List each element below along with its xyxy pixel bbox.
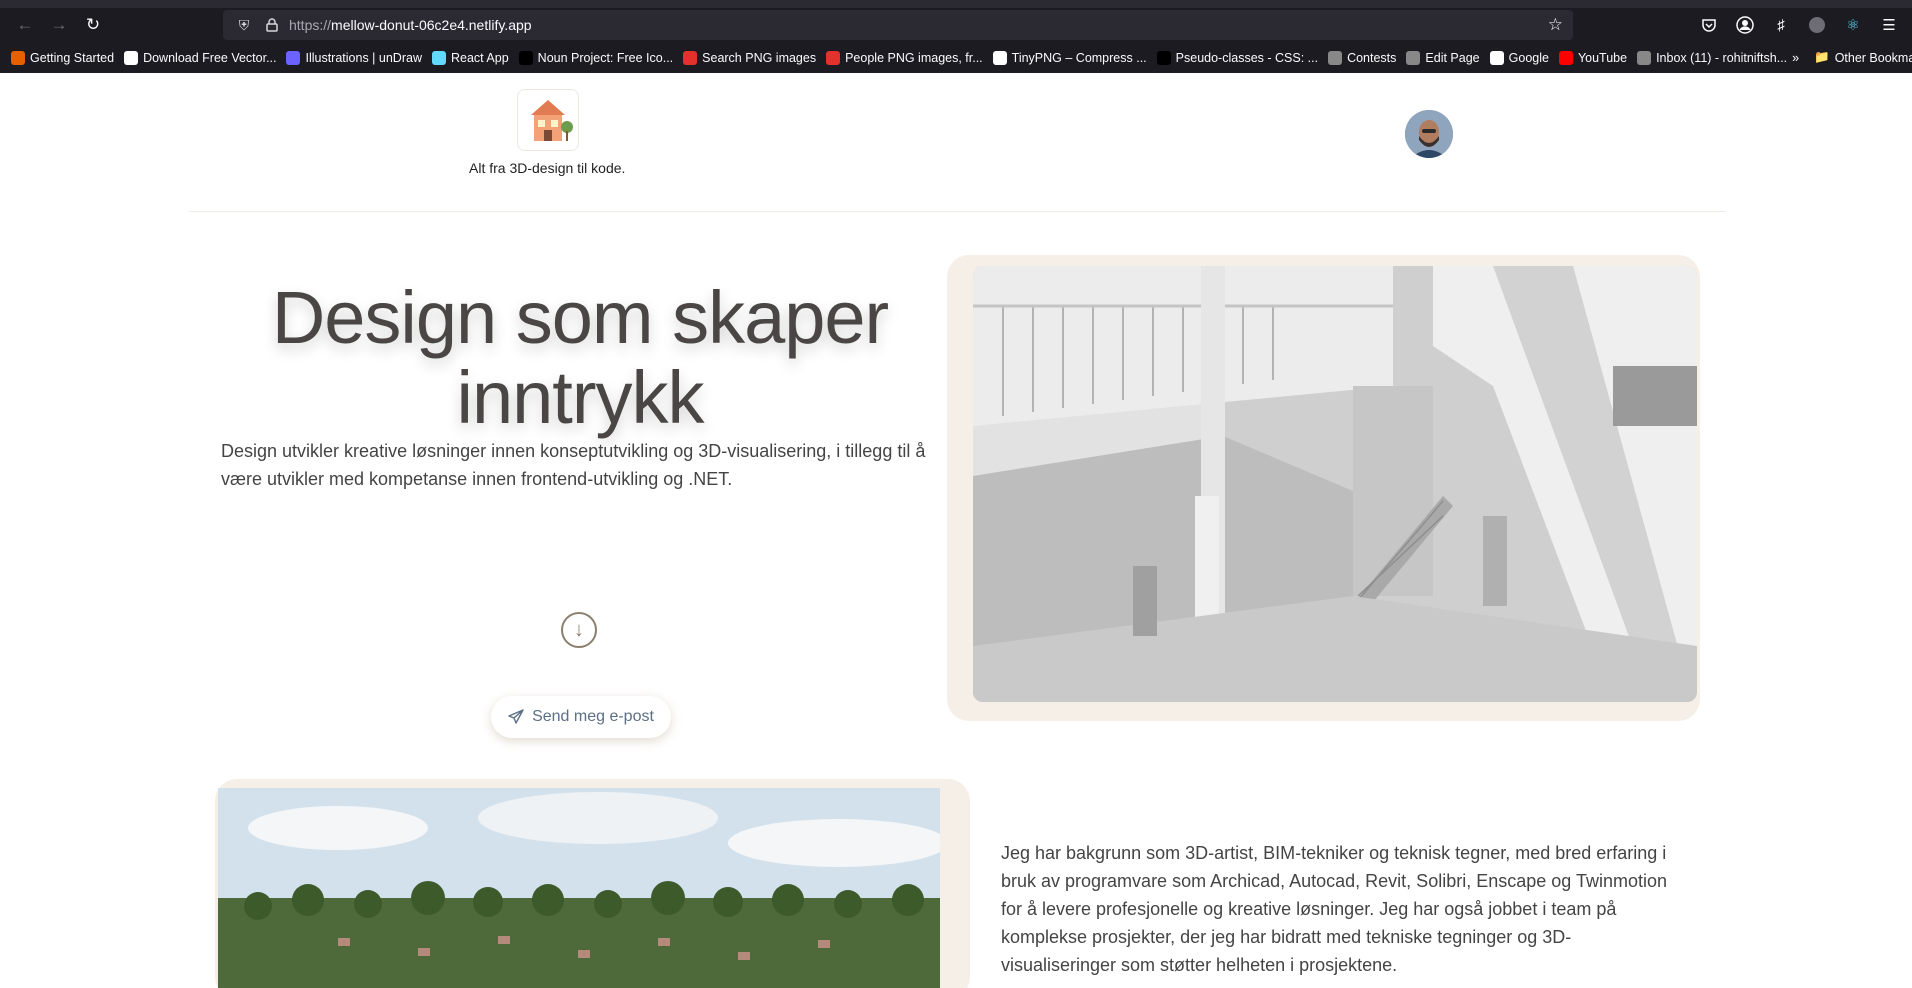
shield-icon[interactable]: ⛨ [233,17,255,34]
bookmark-favicon-icon [11,50,25,65]
forward-icon[interactable]: → [42,8,76,42]
bookmark-item[interactable]: Inbox (11) - rohitniftsh... [1632,50,1792,65]
bookmark-item[interactable]: Contests [1323,50,1401,65]
bookmark-favicon-icon [1156,50,1171,65]
bookmark-item[interactable]: YouTube [1554,50,1632,65]
bookmark-favicon-icon [1489,50,1504,65]
extensions-icon[interactable]: ♯ [1770,14,1792,36]
bookmark-label: YouTube [1577,50,1628,65]
bookmark-item[interactable]: Noun Project: Free Ico... [514,50,678,65]
bookmark-label: People PNG images, fr... [845,50,983,65]
bookmark-favicon-icon [826,50,841,65]
more-bookmarks-icon[interactable]: » [1792,51,1799,65]
back-icon[interactable]: ← [8,8,42,42]
bookmark-star-icon[interactable]: ☆ [1548,15,1563,35]
house-icon [531,100,573,141]
site-tagline: Alt fra 3D-design til kode. [469,160,626,176]
hero-interior-render [973,266,1697,702]
bookmark-item[interactable]: Pseudo-classes - CSS: ... [1152,50,1323,65]
bookmark-item[interactable]: Download Free Vector... [119,50,281,65]
bookmark-label: Pseudo-classes - CSS: ... [1175,50,1319,65]
pocket-icon[interactable] [1698,14,1720,36]
bookmark-label: TinyPNG – Compress ... [1011,50,1147,65]
bookmark-favicon-icon [1328,50,1343,65]
bookmark-label: Google [1508,50,1549,65]
bookmark-label: Download Free Vector... [143,50,277,65]
bookmark-favicon-icon [431,50,446,65]
about-text: Jeg har bakgrunn som 3D-artist, BIM-tekn… [1001,843,1667,975]
site-header: Alt fra 3D-design til kode. [0,73,1912,212]
bookmark-label: React App [450,50,509,65]
landscape-render [218,788,940,988]
menu-icon[interactable]: ☰ [1878,14,1900,36]
account-icon[interactable] [1734,14,1756,36]
bookmark-favicon-icon [683,50,698,65]
bookmark-favicon-icon [124,50,139,65]
bookmark-favicon-icon [286,50,301,65]
lock-icon[interactable] [261,18,283,32]
hero-title: Design som skaper inntrykk [271,276,889,439]
bookmark-item[interactable]: Google [1485,50,1554,65]
page: Alt fra 3D-design til kode. Design som s… [0,73,1912,988]
bookmark-item[interactable]: Illustrations | unDraw [281,50,427,65]
bookmark-favicon-icon [518,50,533,65]
bookmark-favicon-icon [1558,50,1573,65]
avatar[interactable] [1405,110,1453,158]
bookmark-item[interactable]: TinyPNG – Compress ... [988,50,1152,65]
extension-grey-icon[interactable] [1806,14,1828,36]
bookmark-favicon-icon [992,50,1007,65]
other-bookmarks-label: Other Bookmarks [1834,50,1912,65]
bookmark-label: Inbox (11) - rohitniftsh... [1656,50,1788,65]
bookmark-item[interactable]: Search PNG images [678,50,821,65]
bookmark-label: Search PNG images [702,50,817,65]
react-devtools-icon[interactable]: ⚛ [1842,14,1864,36]
bookmark-label: Illustrations | unDraw [305,50,422,65]
site-logo[interactable] [517,89,579,151]
send-email-label: Send meg e-post [532,708,654,725]
bookmark-label: Getting Started [30,50,115,65]
url-protocol: https:// [289,17,332,33]
bookmark-item[interactable]: Edit Page [1401,50,1484,65]
bookmark-label: Edit Page [1425,50,1480,65]
header-divider [188,211,1726,212]
send-email-button[interactable]: Send meg e-post [491,696,671,738]
bookmarks-bar: Getting Started Download Free Vector... Il… [0,42,1912,73]
bookmark-favicon-icon [1406,50,1421,65]
browser-toolbar: ← → ↻ ⛨ https://mellow-donut-06c2e4.netl… [0,8,1912,42]
scroll-down-arrow-icon[interactable]: ↓ [561,612,597,648]
url-host: mellow-donut-06c2e4.netlify.app [331,17,532,33]
bookmark-label: Contests [1347,50,1397,65]
bookmark-label: Noun Project: Free Ico... [537,50,674,65]
window-top-strip [0,0,1912,8]
url-bar[interactable]: ⛨ https://mellow-donut-06c2e4.netlify.ap… [223,10,1573,40]
bookmark-favicon-icon [1637,50,1652,65]
folder-icon: 📁 [1814,50,1830,64]
other-bookmarks[interactable]: 📁 Other Bookmarks [1809,50,1912,65]
bookmark-item[interactable]: Getting Started [6,50,119,65]
reload-icon[interactable]: ↻ [76,8,110,42]
bookmark-item[interactable]: People PNG images, fr... [821,50,988,65]
paper-plane-icon [508,709,524,724]
bookmark-item[interactable]: React App [427,50,514,65]
hero-description: Design utvikler kreative løsninger innen… [221,441,926,489]
bookmarks-right: » 📁 Other Bookmarks [1792,50,1912,65]
